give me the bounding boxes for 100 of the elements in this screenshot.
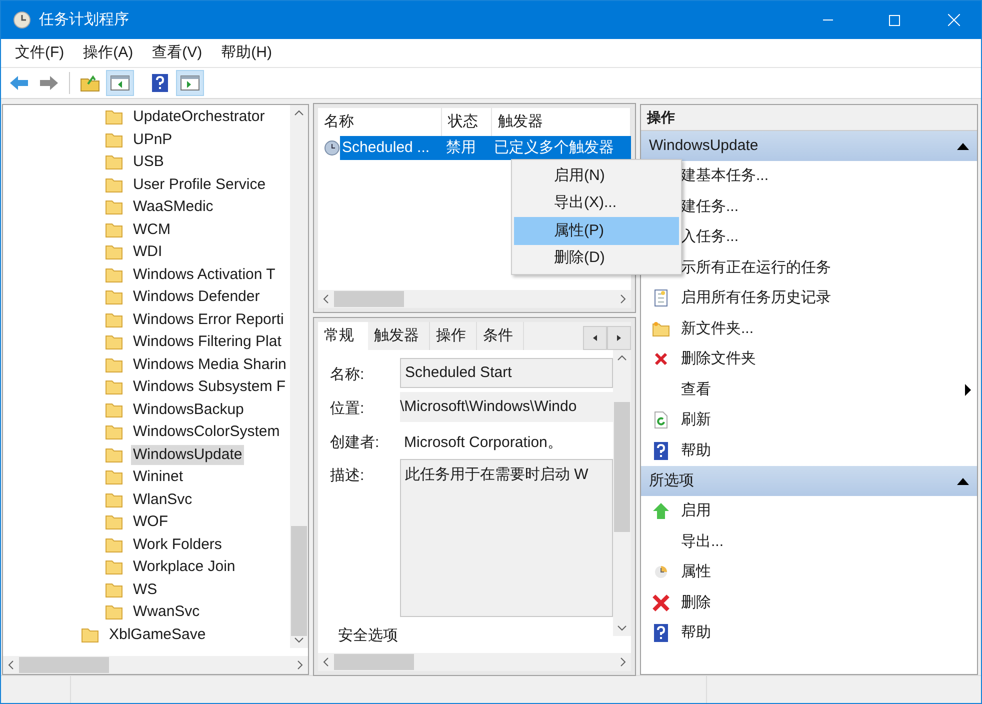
menu-item[interactable]: 操作(A) (75, 42, 142, 64)
notebook-icon (653, 289, 669, 308)
tree-item[interactable]: Work Folders (131, 534, 224, 555)
tree-item[interactable]: Workplace Join (131, 557, 238, 578)
help-icon (653, 440, 669, 461)
scrollbar-thumb[interactable] (334, 654, 414, 670)
section-header[interactable]: WindowsUpdate (641, 131, 977, 161)
tree-item[interactable]: WindowsBackup (131, 400, 246, 420)
folder-icon (105, 604, 123, 620)
scrollbar-thumb[interactable] (614, 402, 630, 532)
action-link[interactable]: 属性 (681, 561, 971, 584)
help-icon (151, 73, 169, 93)
section-header[interactable]: 所选项 (641, 466, 977, 496)
folder-icon (105, 334, 123, 350)
tree-item[interactable]: Windows Media Sharin (131, 354, 288, 375)
action-link[interactable]: 刷新 (681, 409, 971, 432)
delete-icon (651, 592, 671, 613)
tree-item[interactable]: WOF (131, 512, 170, 532)
menu-item[interactable]: 启用(N) (514, 162, 679, 190)
tree-item[interactable]: XblGameSave (107, 624, 208, 645)
tab-scroll-right-button[interactable] (607, 326, 631, 350)
close-icon (948, 14, 960, 26)
action-link[interactable]: 建基本任务... (681, 165, 971, 188)
folder-up-icon (80, 74, 100, 92)
field-label: 名称: (330, 365, 366, 385)
menu-item[interactable]: 查看(V) (144, 42, 210, 64)
menu-item[interactable]: 导出(X)... (514, 190, 679, 217)
menu-item[interactable]: 帮助(H) (213, 42, 280, 64)
action-link[interactable]: 建任务... (681, 196, 971, 218)
action-link[interactable]: 删除文件夹 (681, 348, 971, 370)
clock-icon (324, 140, 340, 156)
action-link[interactable]: 入任务... (681, 226, 971, 248)
folder-icon (105, 132, 123, 148)
action-link[interactable]: 示所有正在运行的任务 (681, 256, 971, 279)
name-field[interactable]: Scheduled Start (400, 358, 613, 388)
tree-item[interactable]: UPnP (131, 130, 174, 150)
table-cell-text: 禁用 (445, 138, 477, 158)
table-cell-text: Scheduled ... (341, 138, 431, 158)
horizontal-scrollbar[interactable] (3, 656, 308, 674)
vertical-scrollbar[interactable] (613, 350, 631, 636)
field-label: 位置: (330, 399, 366, 419)
folder-icon (105, 222, 123, 238)
action-link[interactable]: 查看 (681, 378, 965, 401)
tree-item[interactable]: WCM (131, 220, 172, 240)
folder-icon (105, 289, 123, 306)
tree-item[interactable]: WaaSMedic (131, 197, 216, 218)
table-cell-text: 已定义多个触发器 (493, 138, 614, 158)
tree-item[interactable]: Wininet (131, 467, 186, 488)
tree-item[interactable]: Windows Defender (131, 287, 262, 308)
field-label: 描述: (330, 466, 366, 486)
tab[interactable]: 常规 (318, 322, 368, 350)
forward-arrow-icon (39, 75, 59, 91)
tree-item[interactable]: Windows Subsystem F (131, 377, 288, 398)
tree-item[interactable]: Windows Activation T (131, 264, 278, 285)
tree-item[interactable]: WindowsUpdate (131, 444, 244, 465)
tree-item[interactable]: WlanSvc (131, 490, 194, 510)
action-link[interactable]: 帮助 (681, 440, 971, 462)
tab-scroll-left-button[interactable] (583, 326, 607, 350)
menu-item[interactable]: 属性(P) (514, 217, 679, 244)
tree-item[interactable]: Windows Filtering Plat (131, 332, 284, 352)
author-text: Microsoft Corporation。 (403, 433, 564, 453)
vertical-scrollbar[interactable] (290, 105, 308, 648)
action-link[interactable]: 启用 (681, 500, 971, 522)
up-arrow-icon (652, 502, 670, 520)
folder-icon (105, 514, 123, 530)
action-link[interactable]: 帮助 (681, 622, 971, 644)
tree-item[interactable]: WDI (131, 242, 164, 262)
action-link[interactable]: 新文件夹... (681, 318, 971, 340)
description-field[interactable]: 此任务用于在需要时启动 W (400, 458, 613, 616)
folder-icon (105, 446, 123, 463)
scrollbar-thumb[interactable] (334, 291, 404, 307)
section-title: WindowsUpdate (649, 136, 760, 156)
toolbar-button[interactable] (176, 70, 204, 96)
field-label: 创建者: (330, 433, 380, 453)
action-link[interactable]: 删除 (681, 592, 971, 614)
pane-icon (110, 74, 130, 92)
tree-item[interactable]: WwanSvc (131, 602, 202, 622)
actions-header: 操作 (641, 105, 977, 131)
folder-icon (105, 199, 123, 216)
table-row[interactable]: Scheduled ... 禁用 已定义多个触发器 (340, 136, 631, 160)
tree-item[interactable]: UpdateOrchestrator (131, 107, 267, 128)
scrollbar-thumb[interactable] (291, 526, 307, 636)
folder-icon (105, 402, 123, 418)
location-field[interactable]: \Microsoft\Windows\Windo (400, 392, 613, 422)
tree-item[interactable]: User Profile Service (131, 174, 268, 195)
menu-item[interactable]: 删除(D) (514, 244, 679, 272)
action-link[interactable]: 启用所有任务历史记录 (681, 287, 971, 310)
menu-item[interactable]: 文件(F) (7, 42, 72, 64)
action-link[interactable]: 导出... (681, 530, 971, 553)
scrollbar-thumb[interactable] (19, 657, 109, 673)
left-arrow-icon (593, 335, 597, 341)
maximize-icon (888, 14, 900, 26)
tree-item[interactable]: WS (131, 580, 160, 600)
horizontal-scrollbar[interactable] (318, 290, 631, 308)
folder-icon (105, 379, 123, 396)
folder-icon (105, 109, 123, 126)
tree-item[interactable]: Windows Error Reporti (131, 310, 286, 330)
toolbar-button[interactable] (106, 70, 134, 96)
tree-item[interactable]: WindowsColorSystem (131, 422, 282, 442)
tree-item[interactable]: USB (131, 152, 166, 172)
